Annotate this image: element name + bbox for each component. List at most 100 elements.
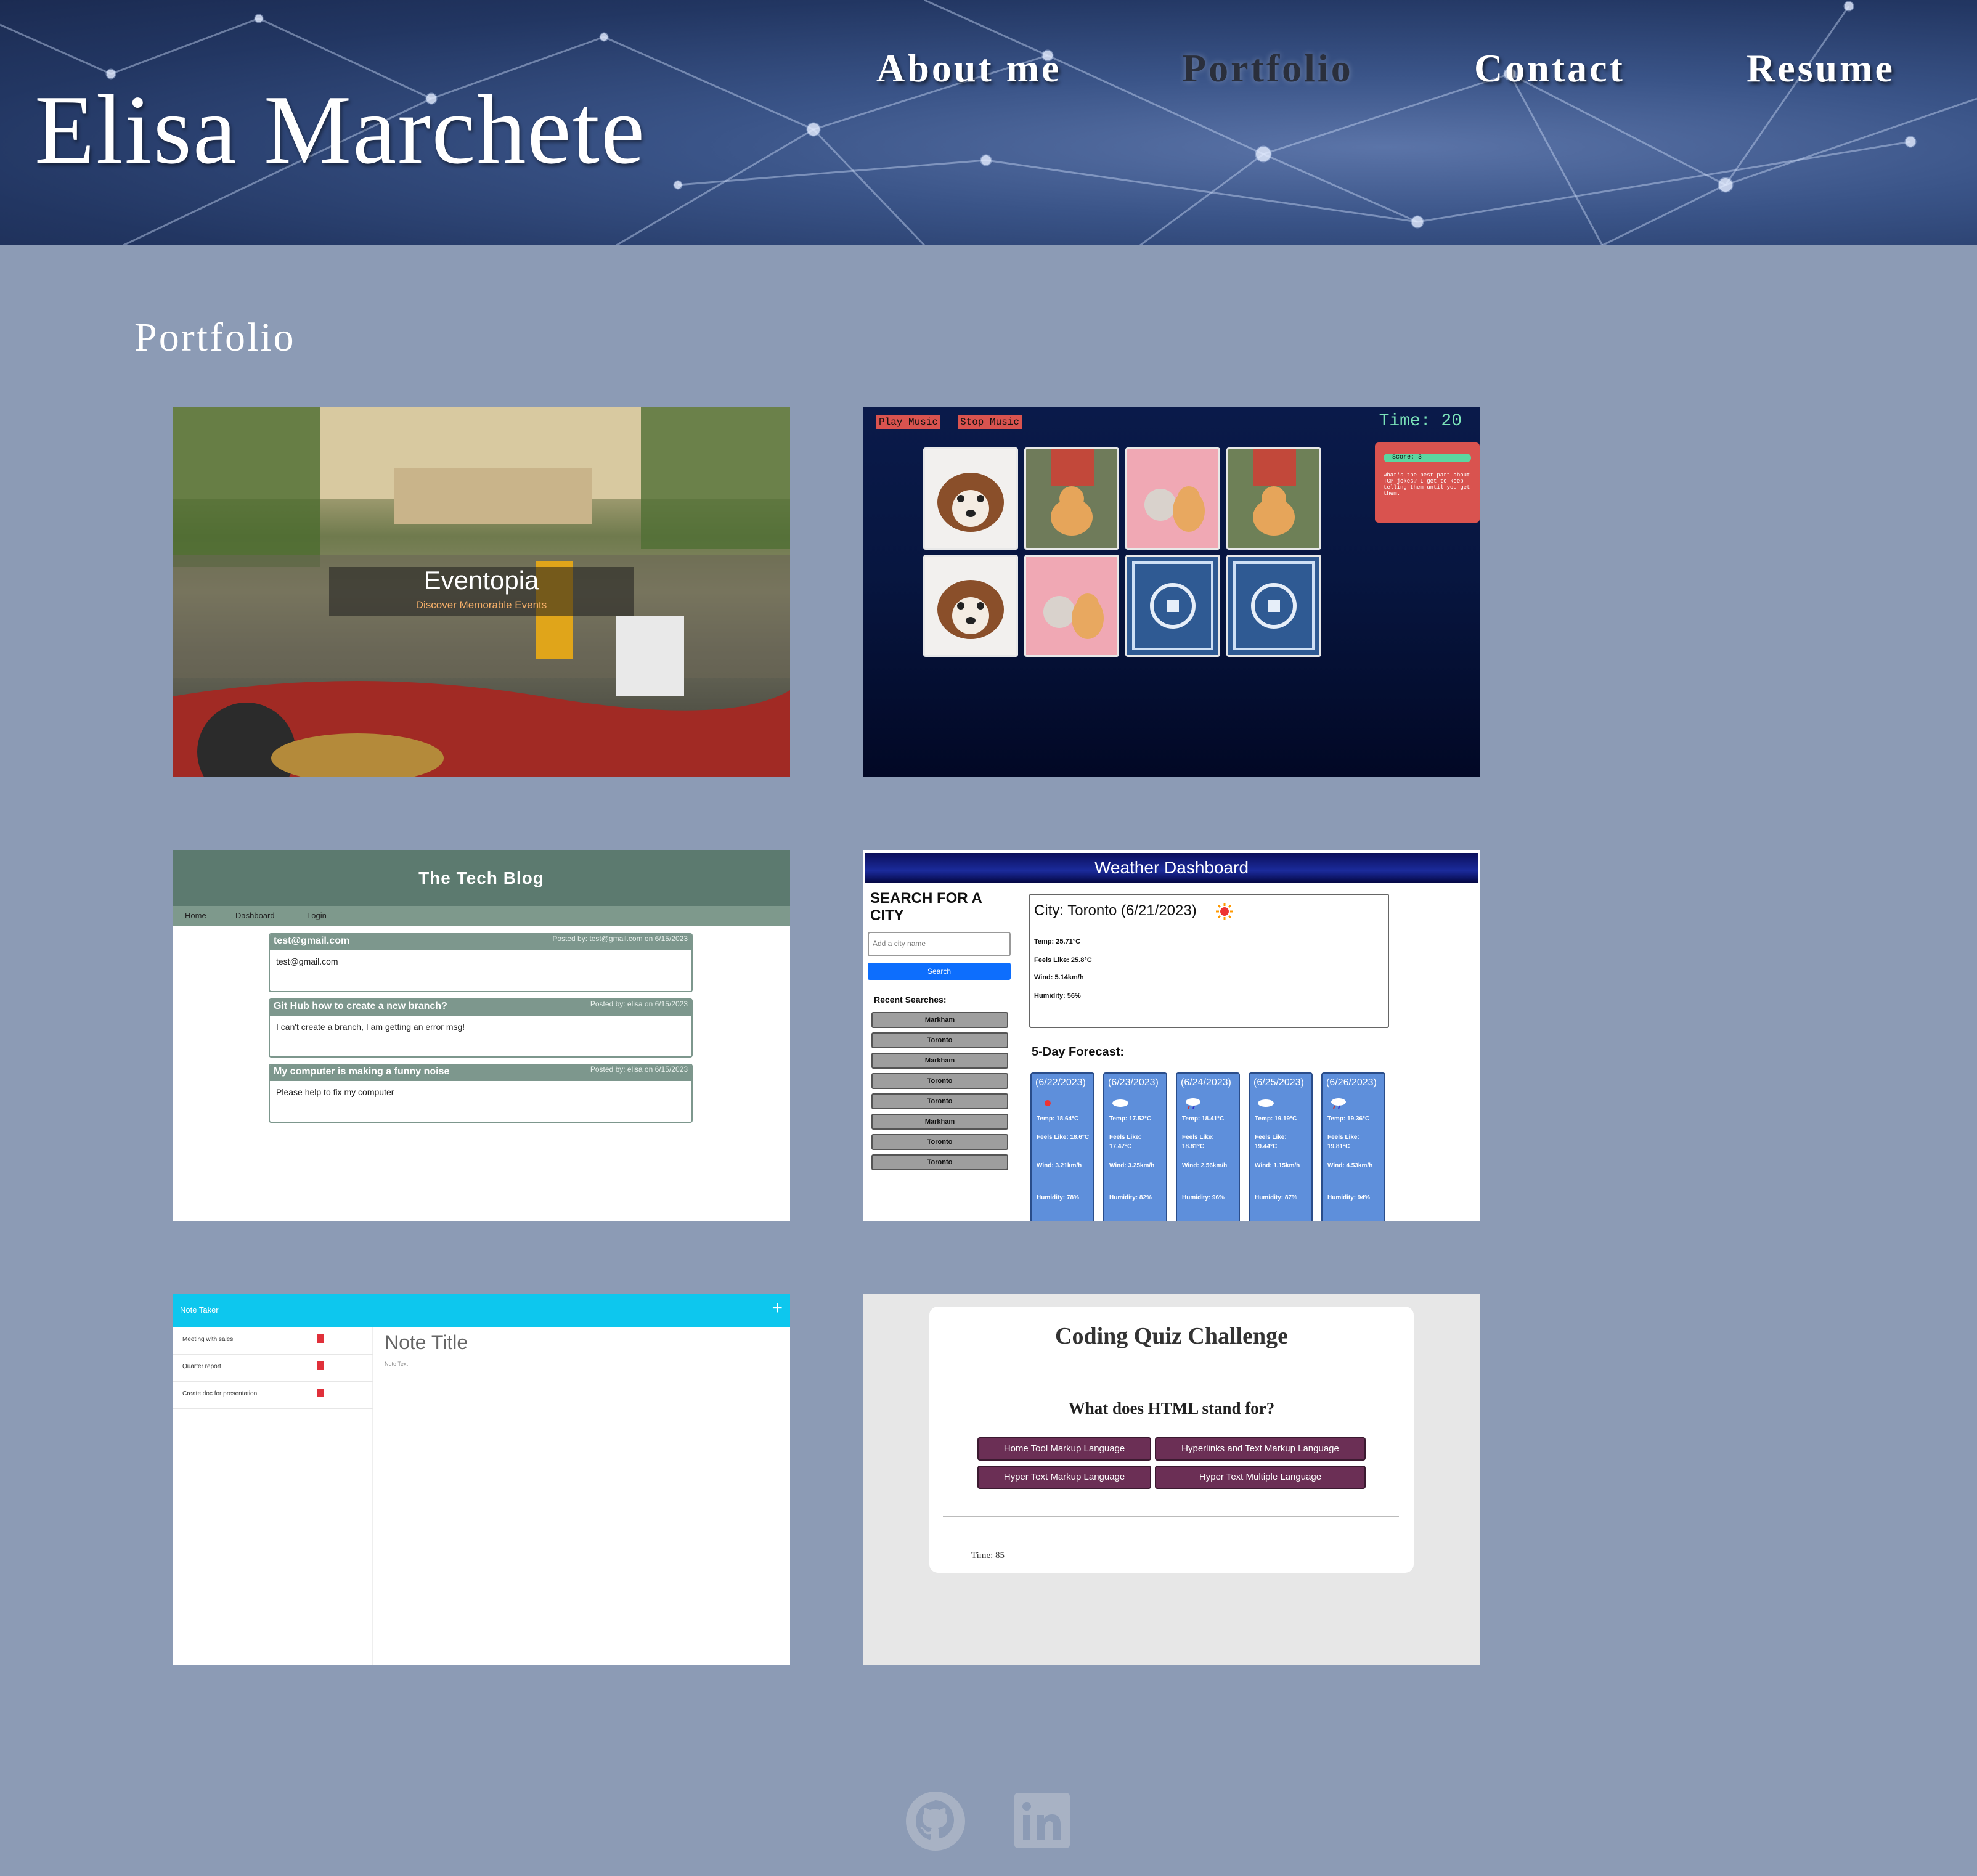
note-list-item[interactable]: Quarter report: [173, 1355, 373, 1382]
github-icon[interactable]: [905, 1790, 966, 1852]
project-card-eventopia[interactable]: Eventopia Discover Memorable Events: [173, 407, 790, 777]
note-list-item[interactable]: Create doc for presentation: [173, 1382, 373, 1409]
project-card-coding-quiz[interactable]: Coding Quiz Challenge What does HTML sta…: [863, 1294, 1480, 1665]
card-back-tile[interactable]: [1125, 555, 1220, 657]
blog-nav-home[interactable]: Home: [185, 911, 206, 920]
linkedin-icon[interactable]: [1013, 1790, 1075, 1852]
note-item-label: Create doc for presentation: [182, 1390, 258, 1397]
recent-search-button[interactable]: Toronto: [871, 1134, 1008, 1150]
forecast-temp: Temp: 18.64°C: [1037, 1115, 1079, 1122]
search-button[interactable]: Search: [868, 963, 1011, 980]
current-humidity: Humidity: 56%: [1034, 992, 1081, 1000]
sun-icon: [1043, 1098, 1053, 1111]
forecast-heading: 5-Day Forecast:: [1032, 1045, 1125, 1059]
city-search-input[interactable]: Add a city name: [868, 932, 1011, 956]
post-body: I can't create a branch, I am getting an…: [276, 1022, 465, 1032]
project-card-weather-dashboard[interactable]: Weather Dashboard SEARCH FOR A CITY Add …: [863, 850, 1480, 1221]
site-brand[interactable]: Elisa Marchete: [35, 73, 646, 187]
recent-search-button[interactable]: Markham: [871, 1114, 1008, 1130]
forecast-card: (6/23/2023) Temp: 17.52°C Feels Like: 17…: [1103, 1072, 1167, 1221]
current-city: City: Toronto (6/21/2023): [1034, 902, 1197, 919]
nav-resume[interactable]: Resume: [1747, 46, 1895, 91]
quiz-question: What does HTML stand for?: [1068, 1399, 1275, 1417]
post-meta: Posted by: elisa on 6/15/2023: [590, 1065, 688, 1074]
note-item-label: Meeting with sales: [182, 1336, 234, 1343]
nav-portfolio[interactable]: Portfolio: [1182, 46, 1353, 91]
forecast-humidity: Humidity: 94%: [1327, 1194, 1370, 1201]
quiz-answer-button[interactable]: Hyper Text Multiple Language: [1155, 1466, 1366, 1489]
recent-search-button[interactable]: Toronto: [871, 1073, 1008, 1089]
recent-search-button[interactable]: Markham: [871, 1053, 1008, 1069]
blog-post[interactable]: My computer is making a funny noise Post…: [269, 1064, 693, 1123]
current-weather-panel: City: Toronto (6/21/2023) Temp: 25.71°C …: [1029, 894, 1389, 1028]
recent-search-button[interactable]: Toronto: [871, 1154, 1008, 1170]
card-tile[interactable]: [1226, 447, 1321, 550]
forecast-date: (6/23/2023): [1108, 1077, 1159, 1088]
quiz-panel: Coding Quiz Challenge What does HTML sta…: [929, 1307, 1414, 1573]
forecast-card: (6/24/2023) Temp: 18.41°C Feels Like: 18…: [1176, 1072, 1240, 1221]
card-back-tile[interactable]: [1226, 555, 1321, 657]
rain-cloud-icon: [1183, 1097, 1202, 1112]
recent-search-button[interactable]: Toronto: [871, 1093, 1008, 1109]
blog-post[interactable]: test@gmail.com Posted by: test@gmail.com…: [269, 933, 693, 992]
nav-contact[interactable]: Contact: [1474, 46, 1625, 91]
forecast-temp: Temp: 19.19°C: [1255, 1115, 1297, 1122]
forecast-wind: Wind: 3.21km/h: [1037, 1162, 1082, 1169]
project-card-note-taker[interactable]: Note Taker + Meeting with sales Quarter …: [173, 1294, 790, 1665]
quiz-title: Coding Quiz Challenge: [1055, 1323, 1288, 1349]
project-card-tech-blog[interactable]: The Tech Blog Home Dashboard Login test@…: [173, 850, 790, 1221]
current-feels: Feels Like: 25.8°C: [1034, 956, 1092, 964]
post-title: test@gmail.com: [274, 936, 350, 946]
recent-search-button[interactable]: Markham: [871, 1012, 1008, 1028]
forecast-humidity: Humidity: 87%: [1255, 1194, 1297, 1201]
blog-nav-login[interactable]: Login: [307, 911, 327, 920]
forecast-wind: Wind: 3.25km/h: [1109, 1162, 1155, 1169]
card-tile[interactable]: [1024, 555, 1119, 657]
post-title: My computer is making a funny noise: [274, 1066, 450, 1077]
play-music-button[interactable]: Play Music: [876, 415, 941, 429]
blog-header: The Tech Blog: [173, 850, 790, 906]
blog-nav: Home Dashboard Login: [173, 906, 790, 926]
recent-search-button[interactable]: Toronto: [871, 1032, 1008, 1048]
blog-post[interactable]: Git Hub how to create a new branch? Post…: [269, 998, 693, 1058]
card-tile[interactable]: [923, 555, 1018, 657]
forecast-date: (6/22/2023): [1035, 1077, 1086, 1088]
trash-icon[interactable]: [317, 1388, 324, 1397]
forecast-feels: Feels Like: 18.6°C: [1037, 1134, 1090, 1141]
quiz-timer: Time: 85: [971, 1551, 1005, 1560]
project-card-memory-game[interactable]: Play Music Stop Music Time: 20 Score: 3 …: [863, 407, 1480, 777]
card-tile[interactable]: [1024, 447, 1119, 550]
quiz-answer-button[interactable]: Hyper Text Markup Language: [977, 1466, 1151, 1489]
sun-icon: [1215, 902, 1234, 921]
card-tile[interactable]: [923, 447, 1018, 550]
score-joke: What's the best part about TCP jokes? I …: [1384, 472, 1470, 497]
recent-searches-label: Recent Searches:: [874, 995, 947, 1005]
stop-music-button[interactable]: Stop Music: [958, 415, 1022, 429]
quiz-answer-button[interactable]: Hyperlinks and Text Markup Language: [1155, 1437, 1366, 1461]
trash-icon[interactable]: [317, 1334, 324, 1343]
post-meta: Posted by: test@gmail.com on 6/15/2023: [552, 934, 688, 943]
forecast-card: (6/22/2023) Temp: 18.64°C Feels Like: 18…: [1030, 1072, 1094, 1221]
quiz-answer-button[interactable]: Home Tool Markup Language: [977, 1437, 1151, 1461]
note-title-field[interactable]: Note Title: [385, 1331, 468, 1354]
weather-header: Weather Dashboard: [865, 853, 1478, 883]
blog-nav-dashboard[interactable]: Dashboard: [235, 911, 275, 920]
nav-about-me[interactable]: About me: [876, 46, 1061, 91]
post-title: Git Hub how to create a new branch?: [274, 1001, 447, 1011]
forecast-date: (6/26/2023): [1326, 1077, 1377, 1088]
forecast-wind: Wind: 4.53km/h: [1327, 1162, 1373, 1169]
trash-icon[interactable]: [317, 1361, 324, 1370]
quiz-divider: [943, 1516, 1399, 1517]
add-note-icon[interactable]: +: [772, 1298, 783, 1319]
forecast-card: (6/26/2023) Temp: 19.36°C Feels Like: 19…: [1321, 1072, 1385, 1221]
forecast-feels: Feels Like: 17.47°C: [1109, 1134, 1141, 1150]
forecast-temp: Temp: 17.52°C: [1109, 1115, 1152, 1122]
forecast-date: (6/24/2023): [1181, 1077, 1231, 1088]
post-meta: Posted by: elisa on 6/15/2023: [590, 1000, 688, 1008]
card-tile[interactable]: [1125, 447, 1220, 550]
note-list-item[interactable]: Meeting with sales: [173, 1327, 373, 1355]
note-text-field[interactable]: Note Text: [385, 1361, 408, 1367]
current-wind: Wind: 5.14km/h: [1034, 974, 1084, 981]
note-item-label: Quarter report: [182, 1363, 221, 1370]
search-heading: SEARCH FOR A CITY: [870, 890, 982, 924]
